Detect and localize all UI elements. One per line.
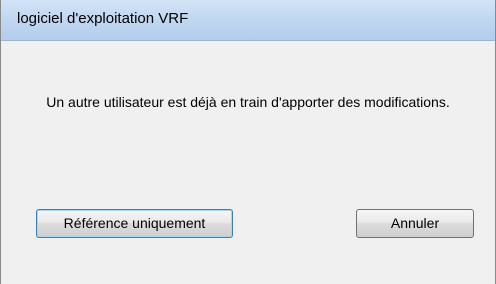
title-bar[interactable]: logiciel d'exploitation VRF: [1, 0, 495, 41]
dialog-message: Un autre utilisateur est déjà en train d…: [46, 94, 450, 110]
cancel-button[interactable]: Annuler: [356, 209, 474, 238]
window-title: logiciel d'exploitation VRF: [17, 10, 189, 27]
dialog-content: Un autre utilisateur est déjà en train d…: [1, 41, 495, 284]
reference-only-button[interactable]: Référence uniquement: [36, 209, 233, 238]
dialog-window: logiciel d'exploitation VRF Un autre uti…: [0, 0, 496, 284]
